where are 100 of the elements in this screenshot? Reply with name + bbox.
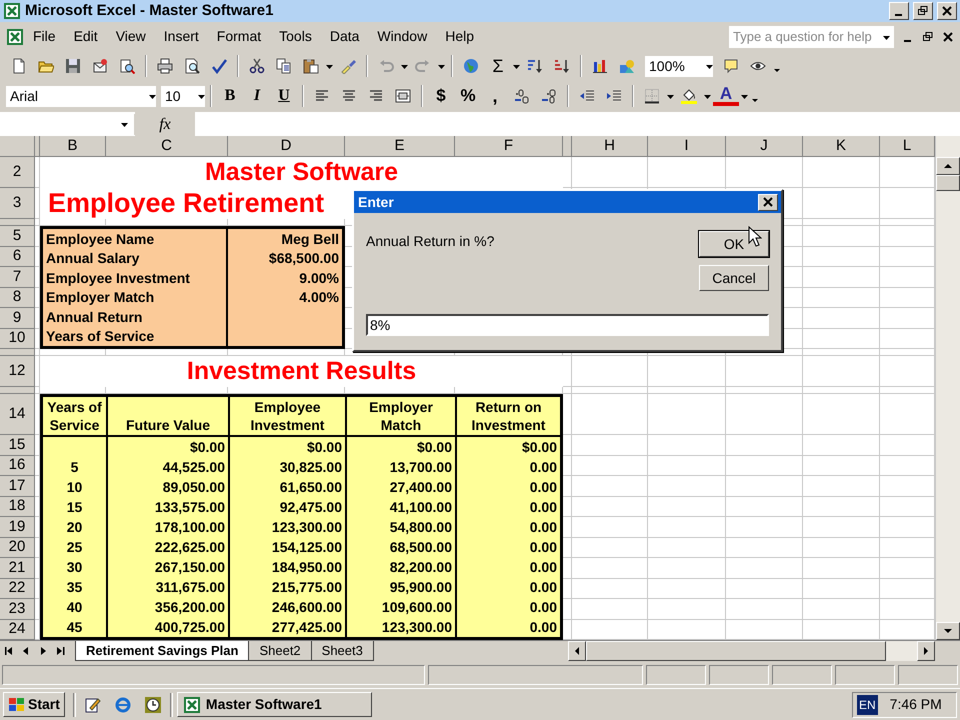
menu-item[interactable]: Edit xyxy=(64,24,107,49)
row-header[interactable]: 5 xyxy=(0,226,35,246)
column-header[interactable] xyxy=(35,136,40,157)
column-header[interactable]: J xyxy=(726,136,803,157)
align-left-icon[interactable] xyxy=(314,88,330,104)
row-header[interactable]: 18 xyxy=(0,496,35,517)
menu-item[interactable]: Data xyxy=(320,24,368,49)
column-header[interactable]: E xyxy=(345,136,455,157)
scroll-down-icon[interactable] xyxy=(943,626,953,636)
row-header[interactable]: 22 xyxy=(0,578,35,599)
sort-descending-icon[interactable] xyxy=(554,58,570,74)
row-header[interactable] xyxy=(0,387,35,394)
row-header[interactable]: 3 xyxy=(0,188,35,219)
start-button[interactable]: Start xyxy=(3,692,65,717)
row-header[interactable]: 21 xyxy=(0,558,35,578)
row-header[interactable]: 6 xyxy=(0,246,35,267)
scroll-up-icon[interactable] xyxy=(943,161,953,171)
italic-button[interactable]: I xyxy=(244,84,270,108)
align-center-icon[interactable] xyxy=(341,88,357,104)
shapes-icon[interactable] xyxy=(619,58,635,74)
restore-icon[interactable] xyxy=(922,30,934,42)
sheet-tab[interactable]: Retirement Savings Plan xyxy=(75,641,250,661)
menu-item[interactable]: Tools xyxy=(270,24,321,49)
column-header[interactable]: K xyxy=(803,136,880,157)
decrease-decimal-icon[interactable] xyxy=(541,88,557,104)
row-header[interactable]: 17 xyxy=(0,476,35,496)
language-indicator[interactable]: EN xyxy=(857,694,878,714)
percent-button[interactable]: % xyxy=(455,84,481,108)
print-icon[interactable] xyxy=(157,58,173,74)
row-header[interactable]: 23 xyxy=(0,599,35,620)
sheet-tab[interactable]: Sheet3 xyxy=(310,641,374,661)
currency-button[interactable]: $ xyxy=(428,84,454,108)
font-size-field[interactable]: 10 xyxy=(161,86,205,106)
row-header[interactable]: 15 xyxy=(0,435,35,456)
answer-field[interactable]: 8% xyxy=(366,314,769,336)
align-right-icon[interactable] xyxy=(368,88,384,104)
paintbrush-icon[interactable] xyxy=(340,58,356,74)
help-icon[interactable] xyxy=(723,58,739,74)
row-header[interactable] xyxy=(0,349,35,356)
clock-icon[interactable] xyxy=(144,696,162,714)
autosum-button[interactable]: Σ xyxy=(485,54,511,78)
column-header[interactable]: D xyxy=(228,136,345,157)
column-header[interactable]: C xyxy=(106,136,228,157)
underline-button[interactable]: U xyxy=(271,84,297,108)
row-header[interactable]: 2 xyxy=(0,157,35,188)
scroll-thumb[interactable] xyxy=(936,175,960,191)
menu-item[interactable]: Format xyxy=(208,24,270,49)
zoom-field[interactable]: 100% xyxy=(645,56,713,76)
check-mark-icon[interactable] xyxy=(211,58,227,74)
taskbar-button[interactable]: Master Software1 xyxy=(176,692,372,717)
column-header[interactable]: B xyxy=(40,136,106,157)
bar-chart-icon[interactable] xyxy=(592,58,608,74)
close-icon[interactable] xyxy=(762,196,774,208)
row-header[interactable]: 20 xyxy=(0,538,35,558)
scroll-right-icon[interactable] xyxy=(921,646,931,656)
column-header[interactable]: F xyxy=(455,136,563,157)
row-header[interactable]: 10 xyxy=(0,328,35,349)
first-sheet-icon[interactable] xyxy=(2,645,14,657)
row-header[interactable]: 14 xyxy=(0,394,35,435)
select-all-corner[interactable] xyxy=(0,136,35,157)
row-header[interactable]: 24 xyxy=(0,620,35,640)
row-header[interactable]: 8 xyxy=(0,288,35,308)
row-header[interactable]: 9 xyxy=(0,308,35,328)
close-icon[interactable] xyxy=(942,30,954,42)
menu-item[interactable]: File xyxy=(24,24,65,49)
column-header[interactable]: L xyxy=(880,136,935,157)
font-color-button[interactable]: A xyxy=(713,86,739,106)
menu-item[interactable]: Help xyxy=(436,24,483,49)
mail-icon[interactable] xyxy=(92,58,108,74)
dialog-button[interactable]: Cancel xyxy=(699,265,769,291)
vertical-scrollbar[interactable] xyxy=(935,136,960,640)
row-header[interactable]: 12 xyxy=(0,356,35,387)
help-search-field[interactable]: Type a question for help xyxy=(729,26,894,48)
comma-style-button[interactable]: , xyxy=(482,84,508,108)
menu-item[interactable]: Insert xyxy=(154,24,208,49)
clipboard-icon[interactable] xyxy=(303,58,319,74)
scissors-icon[interactable] xyxy=(249,58,265,74)
browser-icon[interactable] xyxy=(114,696,132,714)
bold-button[interactable]: B xyxy=(217,84,243,108)
copy-icon[interactable] xyxy=(276,58,292,74)
font-name-field[interactable]: Arial xyxy=(6,86,156,106)
row-header[interactable]: 16 xyxy=(0,456,35,476)
print-preview-icon[interactable] xyxy=(184,58,200,74)
menu-item[interactable]: Window xyxy=(368,24,436,49)
new-document-icon[interactable] xyxy=(11,58,27,74)
row-header[interactable]: 19 xyxy=(0,517,35,538)
research-icon[interactable] xyxy=(119,58,135,74)
excel-logo-icon[interactable] xyxy=(6,28,24,46)
globe-icon[interactable] xyxy=(463,58,479,74)
column-header[interactable] xyxy=(563,136,572,157)
merge-cells-icon[interactable] xyxy=(395,88,411,104)
fill-color-icon[interactable] xyxy=(681,88,697,104)
row-header[interactable]: 7 xyxy=(0,267,35,288)
increase-decimal-icon[interactable] xyxy=(514,88,530,104)
scroll-thumb[interactable] xyxy=(586,641,886,661)
menu-item[interactable]: View xyxy=(106,24,155,49)
borders-icon[interactable] xyxy=(644,88,660,104)
column-header[interactable]: I xyxy=(648,136,726,157)
restore-icon[interactable] xyxy=(917,5,929,17)
sort-ascending-icon[interactable] xyxy=(527,58,543,74)
